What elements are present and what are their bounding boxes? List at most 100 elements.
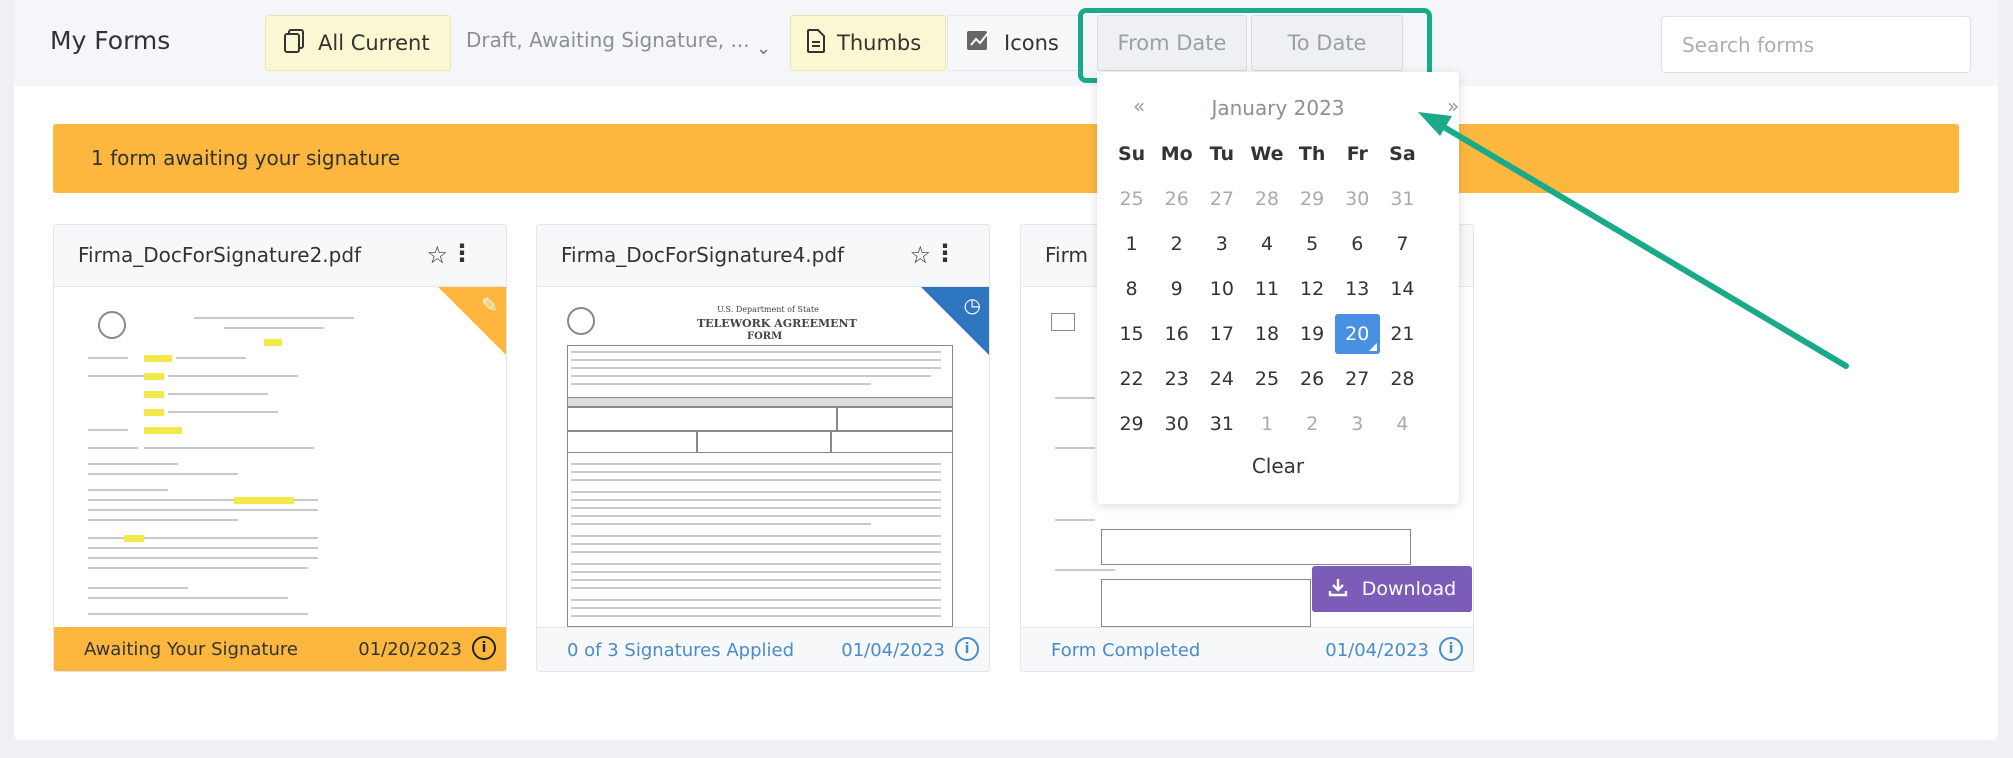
status-filter-select[interactable]: Draft, Awaiting Signature, ... ⌄: [466, 28, 778, 60]
more-vertical-icon[interactable]: ⋮: [450, 239, 474, 267]
calendar-day[interactable]: 27: [1335, 359, 1380, 399]
calendar-day[interactable]: 10: [1199, 269, 1244, 309]
calendar-day[interactable]: 2: [1154, 224, 1199, 264]
calendar-day[interactable]: 22: [1109, 359, 1154, 399]
calendar-day[interactable]: 15: [1109, 314, 1154, 354]
info-icon[interactable]: i: [955, 637, 979, 661]
calendar-day[interactable]: 14: [1380, 269, 1425, 309]
status-filter-value: Draft, Awaiting Signature, ...: [466, 28, 750, 52]
calendar-day[interactable]: 21: [1380, 314, 1425, 354]
date-picker-dropdown: « January 2023 » Su Mo Tu We Th Fr Sa 25 26 27 28 2…: [1097, 72, 1459, 504]
weekday-label: Fr: [1346, 143, 1368, 165]
calendar-day[interactable]: 11: [1244, 269, 1289, 309]
star-icon[interactable]: ☆: [909, 241, 931, 269]
calendar-week-row: 1234567: [1109, 224, 1425, 269]
card-footer: Awaiting Your Signature 01/20/2023 i: [54, 627, 506, 671]
form-card[interactable]: Firma_DocForSignature2.pdf ☆ ⋮ ✎ Awaitin…: [53, 224, 507, 672]
calendar-day[interactable]: 26: [1290, 359, 1335, 399]
card-status: 0 of 3 Signatures Applied: [567, 640, 795, 661]
doc-department: U.S. Department of State: [717, 305, 819, 314]
calendar-day[interactable]: 28: [1244, 179, 1289, 219]
calendar-weekday-row: Su Mo Tu We Th Fr Sa: [1109, 134, 1425, 179]
calendar-day[interactable]: 30: [1154, 404, 1199, 444]
weekday-label: Mo: [1160, 143, 1193, 165]
weekday-label: We: [1250, 143, 1284, 165]
card-date: 01/04/2023: [1325, 640, 1429, 661]
to-date-label: To Date: [1287, 31, 1367, 55]
weekday-label: Tu: [1209, 143, 1235, 165]
card-footer: 0 of 3 Signatures Applied 01/04/2023 i: [537, 627, 989, 671]
document-thumbnail[interactable]: U.S. Department of State TELEWORK AGREEM…: [537, 287, 989, 631]
calendar-day[interactable]: 3: [1335, 404, 1380, 444]
calendar-day[interactable]: 25: [1244, 359, 1289, 399]
clear-button[interactable]: Clear: [1097, 454, 1459, 478]
calendar-day[interactable]: 25: [1109, 179, 1154, 219]
calendar-day[interactable]: 27: [1199, 179, 1244, 219]
document-preview-content: [84, 297, 474, 627]
calendar-day[interactable]: 31: [1199, 404, 1244, 444]
calendar-day[interactable]: 29: [1290, 179, 1335, 219]
all-current-button[interactable]: All Current: [265, 15, 451, 71]
from-date-button[interactable]: From Date: [1097, 15, 1247, 71]
calendar-day[interactable]: 28: [1380, 359, 1425, 399]
calendar-day[interactable]: 23: [1154, 359, 1199, 399]
calendar-day[interactable]: 26: [1154, 179, 1199, 219]
calendar-day[interactable]: 20: [1334, 314, 1380, 354]
signature-icon: ✎: [481, 293, 498, 317]
calendar-day[interactable]: 1: [1244, 404, 1289, 444]
star-icon[interactable]: ☆: [426, 241, 448, 269]
calendar-day[interactable]: 1: [1109, 224, 1154, 264]
calendar-day[interactable]: 30: [1335, 179, 1380, 219]
calendar-day[interactable]: 5: [1290, 224, 1335, 264]
calendar-day[interactable]: 13: [1335, 269, 1380, 309]
card-title: Firm: [1045, 243, 1088, 267]
top-toolbar: My Forms All Current Draft, Awaiting Sig…: [14, 0, 1998, 86]
calendar-week-row: 22 23 24 25 26 27 28: [1109, 359, 1425, 404]
calendar-day[interactable]: 31: [1380, 179, 1425, 219]
calendar-day[interactable]: 4: [1380, 404, 1425, 444]
calendar-month-title[interactable]: January 2023: [1097, 96, 1459, 120]
card-date: 01/04/2023: [841, 640, 945, 661]
next-month-button[interactable]: »: [1447, 94, 1459, 118]
calendar-day[interactable]: 24: [1199, 359, 1244, 399]
calendar-week-row: 15 16 17 18 19 20 21: [1109, 314, 1425, 359]
calendar-day[interactable]: 19: [1290, 314, 1335, 354]
info-icon[interactable]: i: [472, 636, 496, 660]
calendar-day[interactable]: 7: [1380, 224, 1425, 264]
calendar-day[interactable]: 16: [1154, 314, 1199, 354]
doc-subtitle: FORM: [747, 331, 783, 342]
download-label: Download: [1361, 578, 1457, 600]
awaiting-signature-banner[interactable]: 1 form awaiting your signature: [53, 124, 1959, 193]
calendar-week-row: 25 26 27 28 29 30 31: [1109, 179, 1425, 224]
calendar-day[interactable]: 4: [1244, 224, 1289, 264]
card-title: Firma_DocForSignature4.pdf: [561, 243, 845, 267]
file-text-icon: [807, 28, 825, 58]
form-card[interactable]: Firma_DocForSignature4.pdf ☆ ⋮ U.S. Depa…: [536, 224, 990, 672]
info-icon[interactable]: i: [1439, 637, 1463, 661]
card-footer: Form Completed 01/04/2023 i: [1021, 627, 1473, 671]
card-status: Awaiting Your Signature: [84, 639, 298, 660]
calendar-day[interactable]: 3: [1199, 224, 1244, 264]
calendar-day[interactable]: 12: [1290, 269, 1335, 309]
calendar-day[interactable]: 2: [1290, 404, 1335, 444]
thumbs-view-button[interactable]: Thumbs: [790, 15, 946, 71]
calendar-day[interactable]: 17: [1199, 314, 1244, 354]
app-window: My Forms All Current Draft, Awaiting Sig…: [14, 0, 1998, 740]
card-title: Firma_DocForSignature2.pdf: [78, 243, 362, 267]
calendar-day[interactable]: 29: [1109, 404, 1154, 444]
clock-icon: ◷: [963, 293, 981, 317]
calendar-day[interactable]: 9: [1154, 269, 1199, 309]
calendar-day[interactable]: 18: [1244, 314, 1289, 354]
search-input[interactable]: [1661, 16, 1971, 73]
document-thumbnail[interactable]: ✎: [54, 287, 506, 631]
file-signature-icon: [966, 30, 992, 57]
calendar-day[interactable]: 6: [1335, 224, 1380, 264]
calendar-week-row: 8 9 10 11 12 13 14: [1109, 269, 1425, 314]
calendar-day[interactable]: 8: [1109, 269, 1154, 309]
download-button[interactable]: Download: [1312, 566, 1472, 612]
doc-title: TELEWORK AGREEMENT: [697, 317, 857, 330]
weekday-label: Su: [1117, 143, 1146, 165]
more-vertical-icon[interactable]: ⋮: [933, 239, 957, 267]
icons-view-button[interactable]: Icons: [947, 15, 1081, 71]
to-date-button[interactable]: To Date: [1251, 15, 1403, 71]
